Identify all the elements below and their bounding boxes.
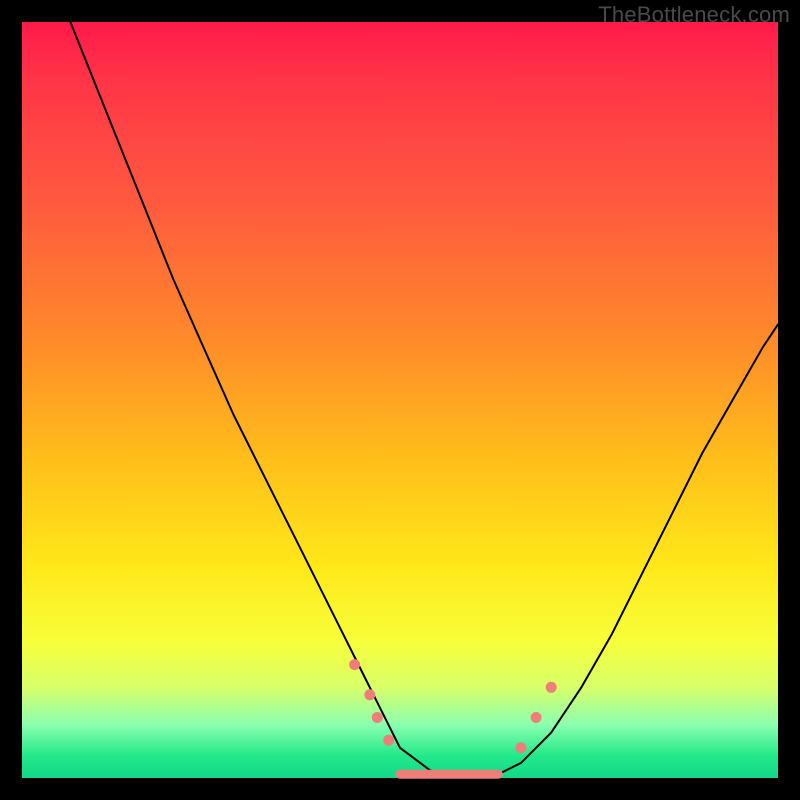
- curve-marker: [546, 682, 557, 693]
- curve-marker: [516, 742, 527, 753]
- curve-marker: [383, 735, 394, 746]
- chart-frame: TheBottleneck.com: [0, 0, 800, 800]
- bottleneck-curve: [22, 22, 778, 778]
- plot-area: [22, 22, 778, 778]
- curve-marker: [349, 659, 360, 670]
- curve-marker: [364, 689, 375, 700]
- watermark-text: TheBottleneck.com: [598, 2, 790, 28]
- curve-line: [22, 0, 778, 778]
- curve-marker: [531, 712, 542, 723]
- curve-marker: [372, 712, 383, 723]
